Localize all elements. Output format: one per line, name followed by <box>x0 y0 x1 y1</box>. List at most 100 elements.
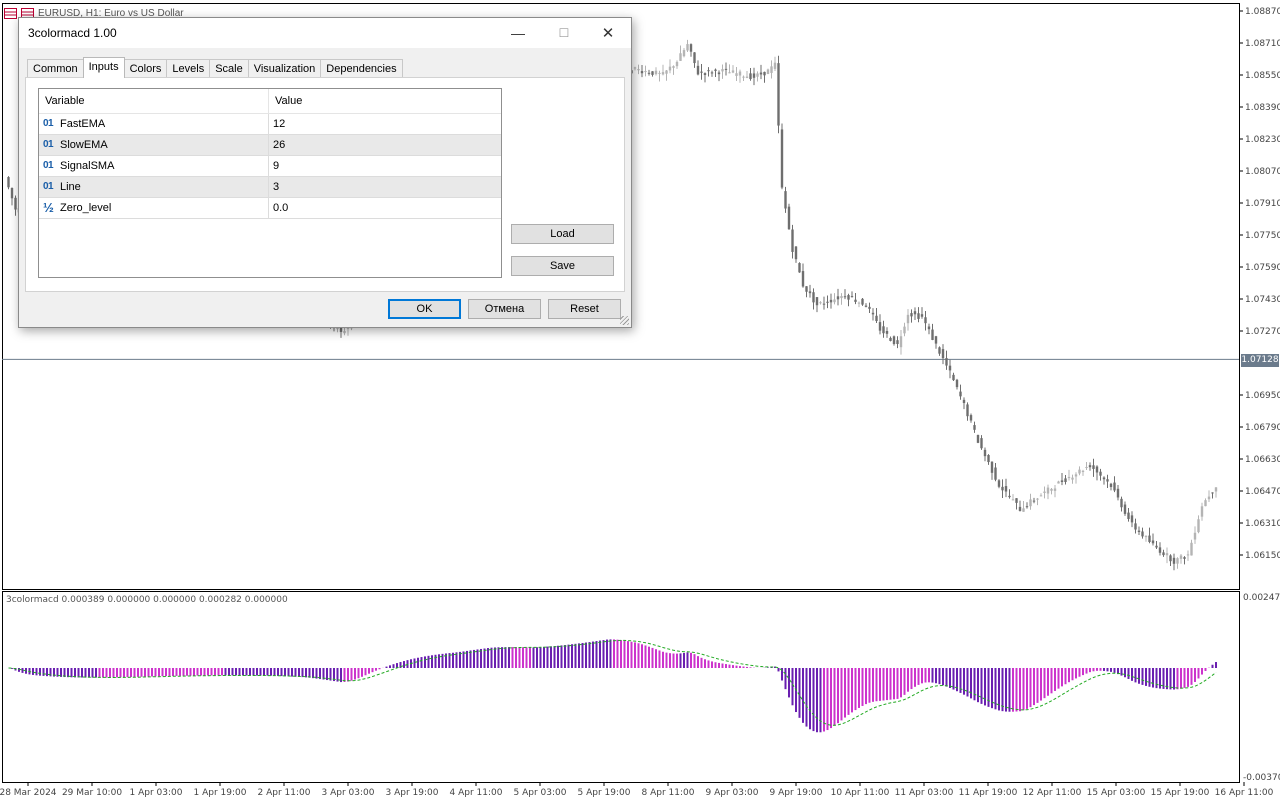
candle-body <box>945 358 948 366</box>
candle-body <box>784 191 787 209</box>
table-row[interactable]: ½ Zero_level 0.0 <box>39 198 501 219</box>
resize-grip-icon[interactable] <box>620 316 629 325</box>
candle-body <box>759 72 763 75</box>
maximize-icon[interactable]: ☐ <box>541 18 587 48</box>
variable-cell: 01 Line <box>39 177 269 197</box>
dialog-titlebar[interactable]: 3colormacd 1.00 — ☐ ✕ <box>19 18 631 48</box>
variable-cell: 01 SlowEMA <box>39 135 269 155</box>
candle-body <box>794 246 798 260</box>
x-tick-label: 15 Apr 03:00 <box>1087 788 1146 798</box>
candle-body <box>738 71 742 76</box>
table-row[interactable]: 01 FastEMA 12 <box>39 114 501 135</box>
minimize-icon[interactable]: — <box>495 18 541 48</box>
candle-body <box>969 415 973 421</box>
tab-common[interactable]: Common <box>27 59 84 78</box>
load-button[interactable]: Load <box>511 224 614 244</box>
tab-inputs[interactable]: Inputs <box>82 57 125 78</box>
x-tick-label: 15 Apr 19:00 <box>1151 788 1210 798</box>
x-tick-label: 3 Apr 19:00 <box>386 788 439 798</box>
candle-body <box>1064 478 1067 482</box>
value-cell[interactable]: 26 <box>269 135 501 155</box>
y-tick-label: 1.07430 <box>1245 295 1280 305</box>
candle-body <box>1186 554 1190 556</box>
candle-body <box>1029 499 1032 507</box>
y-tick-label: 1.07590 <box>1245 263 1280 273</box>
candle-body <box>959 391 962 397</box>
candle-body <box>1155 545 1158 548</box>
table-row[interactable]: 01 SignalSMA 9 <box>39 156 501 177</box>
x-tick-label: 5 Apr 03:00 <box>514 788 567 798</box>
x-tick-label: 4 Apr 11:00 <box>450 788 503 798</box>
candle-body <box>1211 492 1214 494</box>
candle-body <box>1018 506 1022 511</box>
tab-colors[interactable]: Colors <box>123 59 168 78</box>
candle-body <box>644 70 647 73</box>
tab-scale[interactable]: Scale <box>209 59 249 78</box>
candle-body <box>651 71 654 75</box>
candle-body <box>1200 506 1204 517</box>
value-cell[interactable]: 9 <box>269 156 501 176</box>
x-tick-label: 1 Apr 19:00 <box>194 788 247 798</box>
save-button[interactable]: Save <box>511 256 614 276</box>
cancel-button[interactable]: Отмена <box>468 299 541 319</box>
ok-button[interactable]: OK <box>388 299 461 319</box>
candle-body <box>689 44 693 52</box>
candle-body <box>1127 512 1130 519</box>
candle-body <box>1060 480 1064 483</box>
candle-body <box>10 188 14 199</box>
candle-body <box>962 399 966 404</box>
candle-body <box>812 292 815 303</box>
candle-body <box>1085 466 1088 469</box>
candle-body <box>1001 486 1004 491</box>
candle-body <box>343 330 346 334</box>
value-cell[interactable]: 12 <box>269 114 501 134</box>
candle-body <box>1137 530 1141 533</box>
x-tick-label: 8 Apr 11:00 <box>642 788 695 798</box>
candle-body <box>1011 499 1015 501</box>
y-tick-label: 1.06310 <box>1245 519 1280 529</box>
candle-body <box>973 425 976 430</box>
tab-levels[interactable]: Levels <box>166 59 211 78</box>
candle-body <box>924 317 927 324</box>
table-row[interactable]: 01 SlowEMA 26 <box>39 135 501 156</box>
candle-body <box>889 337 892 341</box>
candle-body <box>766 69 770 75</box>
candle-body <box>885 331 889 334</box>
candle-body <box>878 322 882 331</box>
table-row[interactable]: 01 Line 3 <box>39 177 501 198</box>
candle-body <box>815 297 819 306</box>
tab-visualization[interactable]: Visualization <box>247 59 322 78</box>
candle-body <box>700 71 703 73</box>
candle-body <box>1207 496 1211 500</box>
current-price-badge: 1.07128 <box>1241 354 1279 367</box>
value-cell[interactable]: 0.0 <box>269 198 501 218</box>
candle-body <box>679 53 682 61</box>
candle-body <box>707 70 710 72</box>
close-icon[interactable]: ✕ <box>585 18 631 48</box>
x-tick-label: 1 Apr 03:00 <box>130 788 183 798</box>
reset-button[interactable]: Reset <box>548 299 621 319</box>
candle-body <box>1078 469 1081 474</box>
candle-body <box>1190 542 1193 556</box>
variable-name: FastEMA <box>60 118 106 130</box>
candle-body <box>1043 491 1046 493</box>
candle-body <box>990 461 994 473</box>
indicator-label: 3colormacd 0.000389 0.000000 0.000000 0.… <box>6 595 288 605</box>
y-tick-label: 1.06150 <box>1245 551 1280 561</box>
candle-body <box>882 326 885 334</box>
variable-cell: ½ Zero_level <box>39 198 269 218</box>
x-tick-label: 9 Apr 19:00 <box>770 788 823 798</box>
candle-body <box>1004 486 1008 492</box>
candle-body <box>1022 508 1025 512</box>
header-variable[interactable]: Variable <box>39 89 269 113</box>
candle-body <box>1130 515 1134 523</box>
candle-body <box>668 66 672 71</box>
candle-body <box>1148 535 1151 542</box>
value-cell[interactable]: 3 <box>269 177 501 197</box>
header-value[interactable]: Value <box>269 89 501 113</box>
candle-body <box>1050 488 1053 491</box>
candle-body <box>983 449 987 457</box>
chart-menu-icon[interactable] <box>4 7 17 19</box>
candle-body <box>637 69 640 71</box>
tab-dependencies[interactable]: Dependencies <box>320 59 403 78</box>
